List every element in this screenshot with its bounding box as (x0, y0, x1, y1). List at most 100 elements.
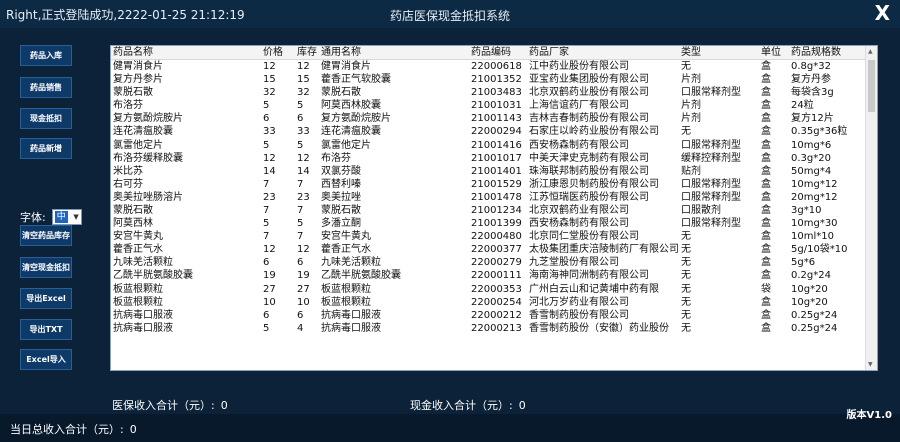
table-cell: 盒 (761, 309, 771, 321)
close-button[interactable]: X (875, 1, 890, 25)
drug-sale-button[interactable]: 药品销售 (20, 77, 72, 98)
drug-table[interactable]: 药品名称 价格 库存 通用名称 药品编码 药品厂家 类型 单位 药品规格数 健胃消食片 12 12 健… (110, 45, 878, 371)
table-row[interactable]: 布洛芬 5 5 阿莫西林胶囊 21001031 上海信谊药厂有限公司 片剂 盒 24粒 (111, 99, 867, 112)
table-cell: 21003483 (471, 87, 522, 99)
table-row[interactable]: 九味羌活颗粒 6 6 九味羌活颗粒 22000279 九芝堂股份有限公司 无 盒 5g*6 (111, 256, 867, 269)
table-cell: 复方氨酚烷胺片 (113, 113, 183, 125)
table-row[interactable]: 健胃消食片 12 12 健胃消食片 22000618 江中药业股份有限公司 无 盒 0.8g*3… (111, 60, 867, 74)
table-cell: 24粒 (791, 100, 814, 112)
table-row[interactable]: 氯雷他定片 5 5 氯雷他定片 21001416 西安杨森制药有限公司 口服常释剂型 盒 10m… (111, 138, 867, 151)
table-row[interactable]: 右可芬 7 7 西替利嗪 21001529 浙江康恩贝制药股份有限公司 口服常释剂型 盒 10m… (111, 178, 867, 191)
table-row[interactable]: 阿莫西林 5 5 多潘立酮 21001399 西安杨森制药有限公司 口服常释剂型 盒 10mg*… (111, 217, 867, 230)
table-row[interactable]: 连花清瘟胶囊 33 33 连花清瘟胶囊 22000294 石家庄以岭药业股份有限公司 无 盒 0… (111, 125, 867, 138)
table-row[interactable]: 复方氨酚烷胺片 6 6 复方氨酚烷胺片 21001143 吉林吉春制药股份有限公司 片剂 盒 复… (111, 112, 867, 125)
drug-in-button[interactable]: 药品入库 (20, 45, 72, 66)
table-cell: 5 (297, 139, 304, 151)
table-row[interactable]: 藿香正气水 12 12 藿香正气水 22000377 太极集团重庆涪陵制药厂有限公司无 盒 5… (111, 243, 867, 256)
table-cell: 盒 (761, 87, 771, 99)
table-cell: 米比苏 (113, 165, 143, 177)
drug-new-button[interactable]: 药品新增 (20, 138, 72, 159)
table-cell: 6 (297, 309, 304, 321)
vertical-scrollbar[interactable]: ▲ ▼ (865, 46, 877, 370)
scroll-thumb[interactable] (868, 60, 875, 112)
table-row[interactable]: 米比苏 14 14 双氯芬酸 21001401 珠海联邦制药股份有限公司 贴剂 盒 50mg*4 (111, 165, 867, 178)
table-cell: 盒 (761, 191, 771, 203)
cash-income-value: 0 (518, 399, 526, 412)
table-cell: 22000294 (471, 126, 522, 138)
table-cell: 广州白云山和记黄埔中药有限 (529, 283, 659, 295)
column-header[interactable]: 通用名称 (319, 46, 469, 60)
table-cell: 5g/10袋*10 (791, 244, 848, 256)
table-row[interactable]: 板蓝根颗粒 10 10 板蓝根颗粒 22000254 河北万岁药业有限公司 无 盒 10g*20 (111, 296, 867, 309)
font-select[interactable]: 中 ▼ (51, 209, 82, 225)
column-header[interactable]: 类型 (679, 46, 759, 60)
column-header[interactable]: 库存 (295, 46, 319, 60)
table-cell: 10mg*30 (791, 218, 838, 230)
table-cell: 阿莫西林 (113, 218, 153, 230)
clear-deduct-button[interactable]: 清空现金抵扣 (20, 257, 72, 278)
table-cell: 口服常释剂型 (681, 191, 741, 203)
scroll-down-icon[interactable]: ▼ (868, 361, 873, 368)
table-cell: 6 (263, 309, 270, 321)
table-cell: 22000353 (471, 283, 522, 295)
table-cell: 九芝堂股份有限公司 (529, 257, 619, 269)
table-row[interactable]: 板蓝根颗粒 27 27 板蓝根颗粒 22000353 广州白云山和记黄埔中药有限 无 袋 10g… (111, 283, 867, 296)
table-cell: 12 (297, 152, 310, 164)
export-excel-button[interactable]: 导出Excel (20, 288, 72, 309)
table-cell: 21001234 (471, 204, 522, 216)
table-cell: 西安杨森制药有限公司 (529, 218, 629, 230)
table-row[interactable]: 安宫牛黄丸 7 7 安宫牛黄丸 22000480 北京同仁堂股份有限公司 无 盒 10ml*10 (111, 230, 867, 243)
cash-deduct-button[interactable]: 现金抵扣 (20, 108, 72, 129)
column-header[interactable]: 价格 (261, 46, 295, 60)
table-row[interactable]: 奥美拉唑肠溶片 23 23 奥美拉唑 21001478 江苏恒瑞医药股份有限公司 口服常释剂… (111, 191, 867, 204)
column-header[interactable]: 药品厂家 (527, 46, 679, 60)
table-cell: 珠海联邦制药股份有限公司 (529, 165, 649, 177)
export-txt-button[interactable]: 导出TXT (20, 319, 72, 340)
clear-stock-button[interactable]: 清空药品库存 (20, 225, 72, 246)
table-cell: 10 (297, 296, 310, 308)
table-row[interactable]: 乙酰半胱氨酸胶囊 19 19 乙酰半胱氨酸胶囊 22000111 海南海神同洲制药有限公司… (111, 269, 867, 282)
table-cell: 盒 (761, 165, 771, 177)
table-row[interactable]: 蒙脱石散 32 32 蒙脱石散 21003483 北京双鹤药业股份有限公司 口服常释剂型 盒 每… (111, 86, 867, 99)
scroll-up-icon[interactable]: ▲ (868, 48, 873, 55)
column-header[interactable]: 药品编码 (469, 46, 527, 60)
table-row[interactable]: 复方丹参片 15 15 藿香正气软胶囊 21001352 亚宝药业集团股份有限公司 片剂 盒 复… (111, 73, 867, 86)
table-cell: 吉林吉春制药股份有限公司 (529, 113, 649, 125)
table-row[interactable]: 抗病毒口服液 6 6 抗病毒口服液 22000212 香雪制药股份有限公司 无 盒 0.25g*… (111, 309, 867, 322)
version-label: 版本V1.0 (846, 410, 892, 421)
medical-income-label: 医保收入合计（元）: (112, 399, 215, 412)
table-cell: 6 (263, 257, 270, 269)
table-cell: 口服常释剂型 (681, 178, 741, 190)
chevron-down-icon: ▼ (73, 213, 79, 221)
table-row[interactable]: 蒙脱石散 7 7 蒙脱石散 21001234 北京双鹤药业有限公司 口服散剂 盒 3g*10 (111, 204, 867, 217)
table-cell: 盒 (761, 218, 771, 230)
column-header[interactable]: 单位 (759, 46, 789, 60)
table-cell: 21001352 (471, 74, 522, 86)
table-cell: 0.25g*24 (791, 322, 838, 334)
table-row[interactable]: 抗病毒口服液 5 4 抗病毒口服液 22000213 香雪制药股份（安徽）药业股份无 盒 0.… (111, 322, 867, 335)
table-cell: 7 (297, 178, 304, 190)
column-header[interactable]: 药品名称 (111, 46, 261, 60)
table-cell: 22000279 (471, 257, 522, 269)
table-cell: 板蓝根颗粒 (321, 283, 371, 295)
column-header[interactable]: 药品规格数 (789, 46, 867, 60)
table-cell: 7 (263, 178, 270, 190)
table-cell: 15 (297, 74, 310, 86)
table-cell: 无 (681, 270, 691, 282)
table-cell: 太极集团重庆涪陵制药厂有限公司 (529, 244, 679, 256)
table-cell: 20mg*12 (791, 191, 838, 203)
table-cell: 袋 (761, 283, 771, 295)
table-cell: 片剂 (681, 113, 701, 125)
table-row[interactable]: 布洛芬缓释胶囊 12 12 布洛芬 21001017 中美天津史克制药有限公司 缓释控释剂型… (111, 152, 867, 165)
table-cell: 22000254 (471, 296, 522, 308)
table-cell: 连花清瘟胶囊 (321, 126, 381, 138)
table-cell: 香雪制药股份（安徽）药业股份 (529, 322, 669, 334)
table-cell: 片剂 (681, 100, 701, 112)
table-cell: 盒 (761, 178, 771, 190)
table-cell: 5 (263, 322, 270, 334)
table-header: 药品名称 价格 库存 通用名称 药品编码 药品厂家 类型 单位 药品规格数 (111, 46, 867, 60)
font-select-value: 中 (54, 211, 68, 223)
table-cell: 6 (297, 113, 304, 125)
excel-import-button[interactable]: Excel导入 (20, 349, 72, 370)
table-cell: 盒 (761, 231, 771, 243)
